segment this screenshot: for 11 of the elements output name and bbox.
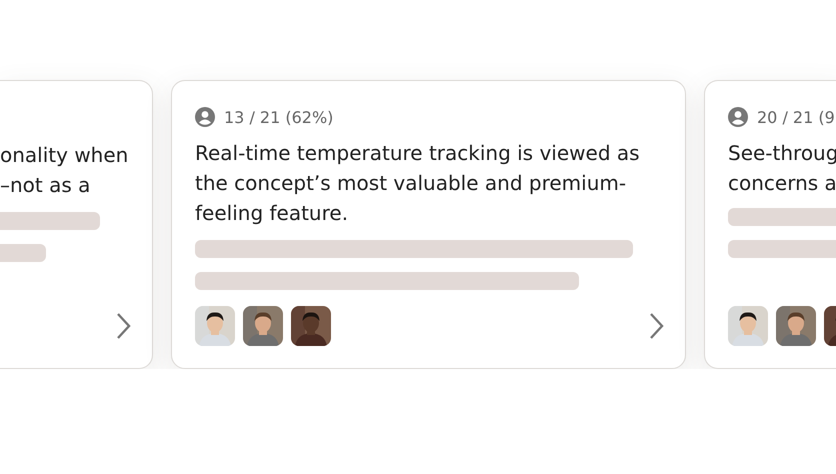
participant-count: 13 / 21 (62%) xyxy=(224,108,334,126)
insight-text: Real-time temperature tracking is viewed as the concept’s most valuable and premium-feeling feature. xyxy=(195,140,641,227)
user-icon xyxy=(728,107,748,127)
insight-card[interactable]: onality when –not as a xyxy=(0,80,153,369)
insight-card[interactable]: 13 / 21 (62%) Real-time temperature tracking is viewed as the concept’s most valuable and premium-feeling feature. xyxy=(171,80,686,369)
insight-text: concerns a xyxy=(728,170,836,197)
insight-text: –not as a xyxy=(0,172,90,199)
placeholder-bar xyxy=(0,244,46,262)
insight-text: onality when xyxy=(0,142,128,169)
user-icon xyxy=(195,107,215,127)
participant-count: 20 / 21 (9 xyxy=(757,108,835,126)
